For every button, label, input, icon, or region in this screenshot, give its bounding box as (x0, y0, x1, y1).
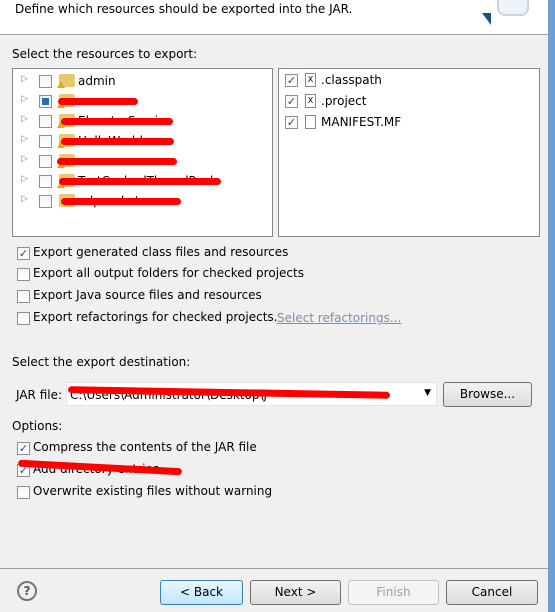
redaction-mark (61, 138, 174, 145)
file-item[interactable]: ✓ MANIFEST.MF (285, 115, 525, 135)
expand-arrow-icon[interactable]: ▷ (21, 94, 28, 104)
project-checkbox[interactable] (39, 195, 52, 208)
expand-arrow-icon[interactable]: ▷ (21, 174, 28, 184)
next-button[interactable]: Next > (250, 580, 341, 605)
option-label[interactable]: Export all output folders for checked pr… (33, 266, 304, 280)
project-checkbox[interactable] (39, 155, 52, 168)
window-frame (548, 0, 555, 612)
browse-button[interactable]: Browse... (443, 382, 532, 407)
redaction-mark (61, 118, 173, 125)
back-button[interactable]: < Back (160, 580, 243, 605)
text-file-icon (305, 115, 316, 129)
destination-label: Select the export destination: (12, 355, 191, 369)
expand-arrow-icon[interactable]: ▷ (21, 154, 28, 164)
project-checkbox[interactable] (39, 75, 52, 88)
redaction-mark (57, 158, 177, 165)
project-checkbox[interactable] (39, 115, 52, 128)
options-label: Options: (12, 419, 63, 433)
file-checkbox[interactable]: ✓ (285, 95, 298, 108)
expand-arrow-icon[interactable]: ▷ (21, 74, 28, 84)
file-name: .project (321, 94, 367, 108)
option-label[interactable]: Overwrite existing files without warning (33, 484, 272, 498)
file-item[interactable]: ✓ X .project (285, 94, 525, 114)
project-name: admin (78, 74, 116, 88)
dropdown-arrow-icon[interactable]: ▼ (424, 388, 431, 398)
jar-export-wizard-icon (497, 0, 529, 16)
file-name: .classpath (321, 73, 382, 87)
project-checkbox[interactable] (39, 95, 52, 108)
expand-arrow-icon[interactable]: ▷ (21, 194, 28, 204)
project-tree[interactable]: ▷admin▷▷ElevatorService▷HelloWorld▷▷Test… (12, 68, 273, 237)
project-checkbox[interactable] (39, 175, 52, 188)
xml-file-icon: X (305, 73, 316, 87)
wizard-arrow-icon (482, 13, 491, 25)
option-checkbox[interactable] (17, 486, 30, 499)
option-label[interactable]: Compress the contents of the JAR file (33, 440, 257, 454)
redaction-mark (58, 98, 138, 105)
option-checkbox[interactable]: ✓ (17, 442, 30, 455)
redaction-mark (61, 198, 181, 205)
jar-file-label: JAR file: (16, 388, 63, 402)
option-label[interactable]: Export generated class files and resourc… (33, 245, 288, 259)
file-checkbox[interactable]: ✓ (285, 74, 298, 87)
option-checkbox[interactable] (17, 312, 30, 325)
tree-item[interactable]: ▷ admin (21, 72, 271, 92)
option-label[interactable]: Export refactorings for checked projects… (33, 310, 277, 324)
expand-arrow-icon[interactable]: ▷ (21, 114, 28, 124)
option-label[interactable]: Export Java source files and resources (33, 288, 262, 302)
warning-icon (57, 81, 65, 88)
project-checkbox[interactable] (39, 135, 52, 148)
file-name: MANIFEST.MF (321, 115, 402, 129)
option-checkbox[interactable] (17, 290, 30, 303)
help-icon[interactable]: ? (17, 581, 37, 601)
xml-file-icon: X (305, 94, 316, 108)
file-item[interactable]: ✓ X .classpath (285, 73, 525, 93)
header-description: Define which resources should be exporte… (15, 2, 353, 16)
option-checkbox[interactable] (17, 268, 30, 281)
redaction-mark (59, 178, 221, 185)
expand-arrow-icon[interactable]: ▷ (21, 134, 28, 144)
button-bar-divider (0, 568, 548, 569)
wizard-header: Define which resources should be exporte… (0, 0, 548, 35)
finish-button[interactable]: Finish (348, 580, 439, 605)
cancel-button[interactable]: Cancel (446, 580, 538, 605)
option-checkbox[interactable]: ✓ (17, 247, 30, 260)
file-checkbox[interactable]: ✓ (285, 116, 298, 129)
select-refactorings-link[interactable]: Select refactorings... (277, 311, 401, 325)
file-list[interactable]: ✓ X .classpath ✓ X .project ✓ MANIFEST.MF (278, 68, 540, 237)
resources-label: Select the resources to export: (12, 47, 198, 61)
